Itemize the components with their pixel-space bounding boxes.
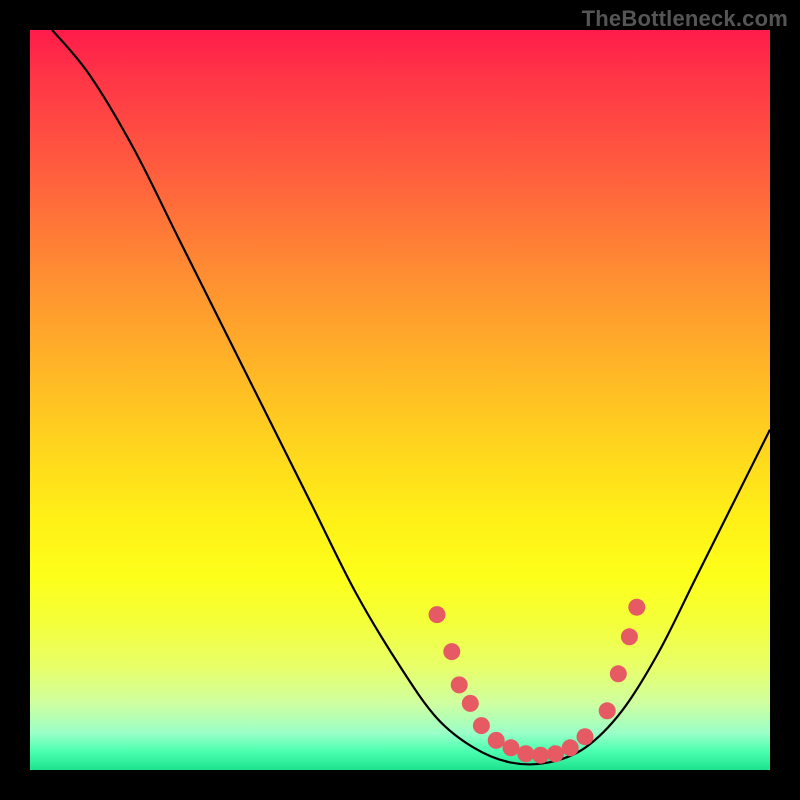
curve-marker bbox=[488, 732, 505, 749]
curve-marker bbox=[628, 599, 645, 616]
curve-marker bbox=[443, 643, 460, 660]
curve-marker bbox=[577, 728, 594, 745]
curve-marker bbox=[621, 628, 638, 645]
watermark-text: TheBottleneck.com bbox=[582, 6, 788, 32]
curve-marker bbox=[547, 745, 564, 762]
curve-marker bbox=[562, 739, 579, 756]
curve-marker bbox=[599, 702, 616, 719]
curve-marker bbox=[517, 745, 534, 762]
curve-marker bbox=[610, 665, 627, 682]
curve-marker bbox=[429, 606, 446, 623]
curve-marker bbox=[532, 747, 549, 764]
bottleneck-curve bbox=[52, 30, 770, 764]
chart-svg bbox=[30, 30, 770, 770]
curve-marker bbox=[503, 739, 520, 756]
curve-marker bbox=[462, 695, 479, 712]
chart-frame: TheBottleneck.com bbox=[0, 0, 800, 800]
curve-marker bbox=[473, 717, 490, 734]
curve-marker bbox=[451, 676, 468, 693]
curve-layer bbox=[52, 30, 770, 764]
